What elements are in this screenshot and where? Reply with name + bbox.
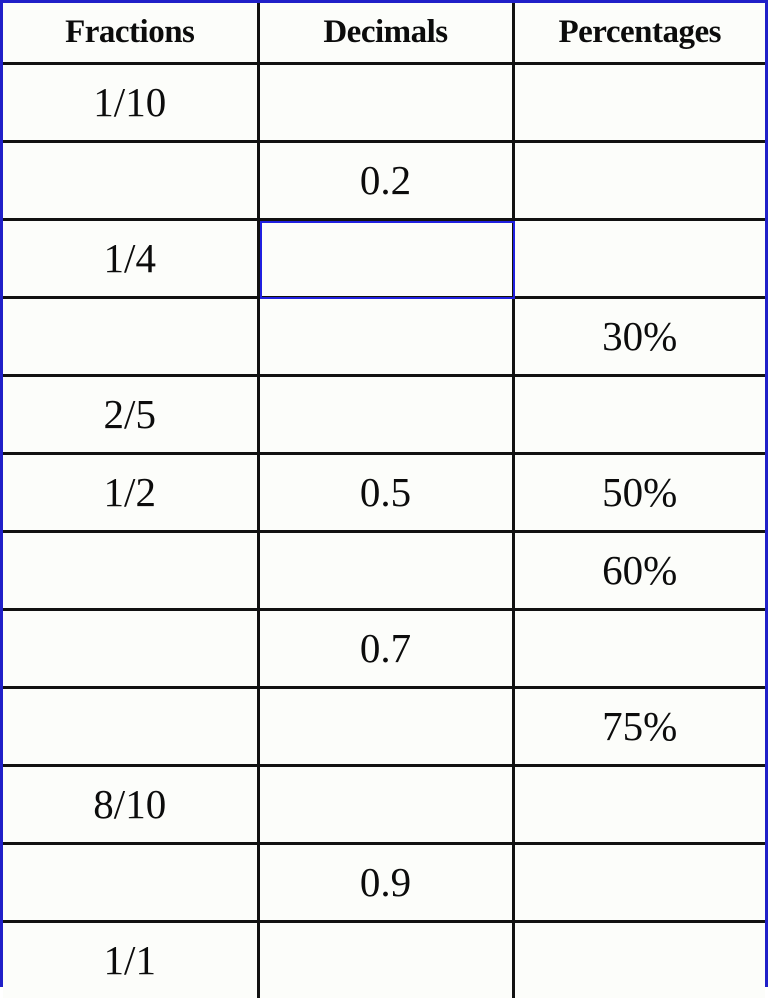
cell-percentages[interactable] <box>513 610 765 688</box>
table-row: 75% <box>3 688 765 766</box>
cell-percentages[interactable] <box>513 844 765 922</box>
cell-percentages[interactable] <box>513 766 765 844</box>
cell-decimals[interactable] <box>258 376 513 454</box>
cell-fractions[interactable]: 8/10 <box>3 766 258 844</box>
cell-percentages[interactable]: 60% <box>513 532 765 610</box>
cell-decimals[interactable] <box>258 298 513 376</box>
cell-fractions[interactable] <box>3 844 258 922</box>
cell-percentages[interactable] <box>513 376 765 454</box>
table-row: 8/10 <box>3 766 765 844</box>
cell-fractions[interactable] <box>3 298 258 376</box>
cell-fractions[interactable] <box>3 532 258 610</box>
table-row: 0.2 <box>3 142 765 220</box>
cell-decimals[interactable]: 0.9 <box>258 844 513 922</box>
cell-fractions[interactable] <box>3 142 258 220</box>
cell-percentages[interactable] <box>513 64 765 142</box>
table-row: 0.9 <box>3 844 765 922</box>
cell-decimals[interactable] <box>258 64 513 142</box>
cell-decimals[interactable] <box>258 766 513 844</box>
table-row: 60% <box>3 532 765 610</box>
worksheet-table-container: Fractions Decimals Percentages 1/100.21/… <box>0 0 768 987</box>
cell-percentages[interactable] <box>513 220 765 298</box>
table-row: 2/5 <box>3 376 765 454</box>
cell-fractions[interactable]: 1/10 <box>3 64 258 142</box>
cell-percentages[interactable]: 75% <box>513 688 765 766</box>
column-header-fractions[interactable]: Fractions <box>3 3 258 64</box>
column-header-decimals[interactable]: Decimals <box>258 3 513 64</box>
cell-decimals[interactable]: 0.2 <box>258 142 513 220</box>
cell-decimals[interactable] <box>258 532 513 610</box>
cell-percentages[interactable] <box>513 142 765 220</box>
cell-fractions[interactable]: 1/4 <box>3 220 258 298</box>
table-row: 30% <box>3 298 765 376</box>
table-header: Fractions Decimals Percentages <box>3 3 765 64</box>
column-header-percentages[interactable]: Percentages <box>513 3 765 64</box>
cell-fractions[interactable]: 2/5 <box>3 376 258 454</box>
cell-decimals-selected[interactable] <box>258 220 513 298</box>
conversion-table: Fractions Decimals Percentages 1/100.21/… <box>3 3 765 998</box>
table-row: 0.7 <box>3 610 765 688</box>
table-row: 1/4 <box>3 220 765 298</box>
table-row: 1/10 <box>3 64 765 142</box>
cell-fractions[interactable] <box>3 610 258 688</box>
table-row: 1/20.550% <box>3 454 765 532</box>
cell-decimals[interactable]: 0.7 <box>258 610 513 688</box>
table-header-row: Fractions Decimals Percentages <box>3 3 765 64</box>
cell-decimals[interactable]: 0.5 <box>258 454 513 532</box>
cell-decimals[interactable] <box>258 688 513 766</box>
cell-percentages[interactable]: 30% <box>513 298 765 376</box>
table-body: 1/100.21/430%2/51/20.550%60%0.775%8/100.… <box>3 64 765 998</box>
cell-fractions[interactable] <box>3 688 258 766</box>
cell-percentages[interactable]: 50% <box>513 454 765 532</box>
cell-fractions[interactable]: 1/2 <box>3 454 258 532</box>
